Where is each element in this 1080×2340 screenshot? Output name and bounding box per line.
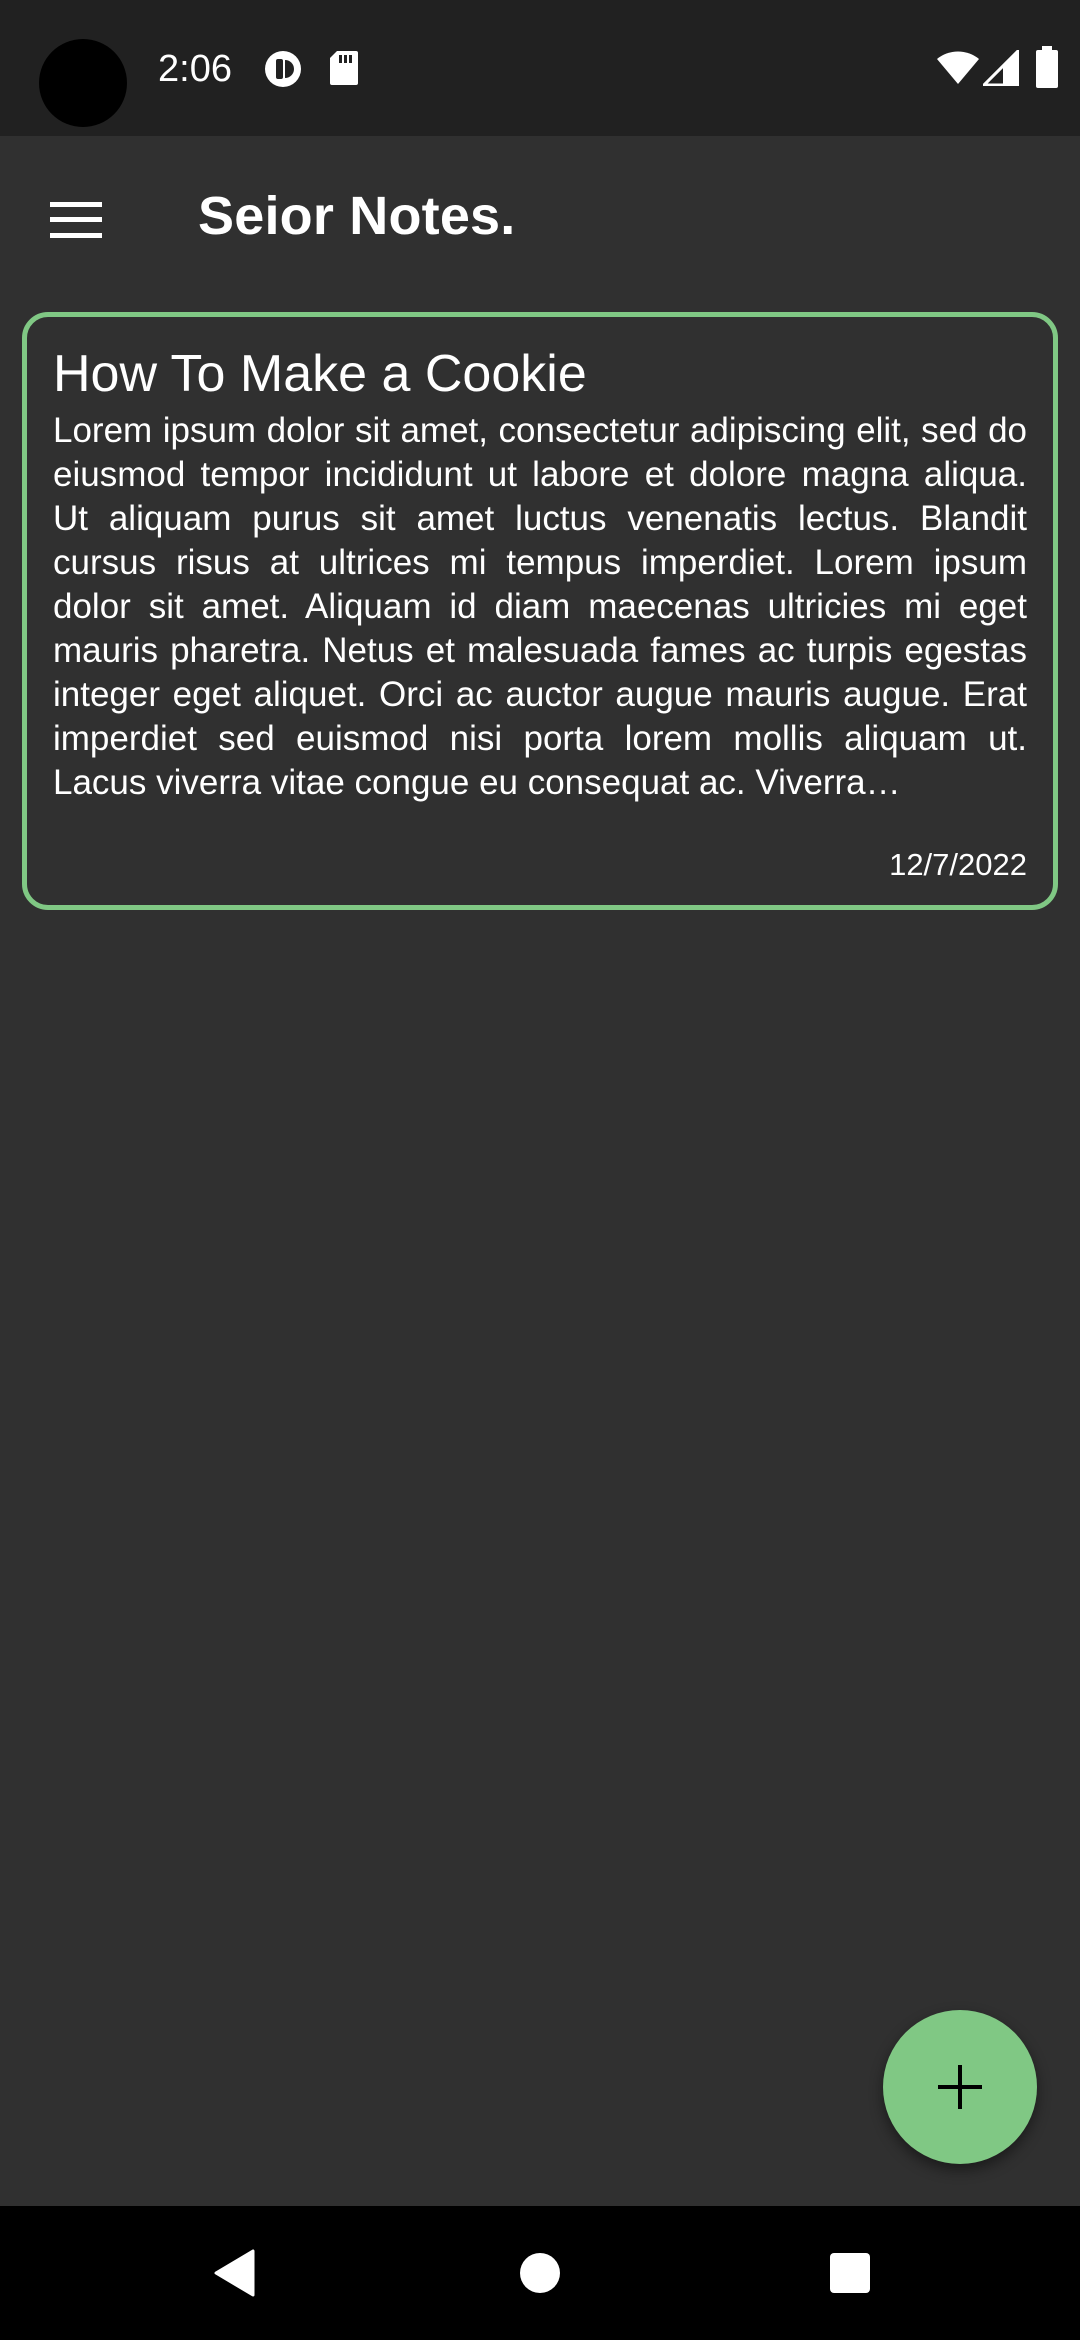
note-title: How To Make a Cookie bbox=[53, 345, 587, 403]
navigation-bar bbox=[0, 2206, 1080, 2340]
home-button[interactable] bbox=[495, 2228, 585, 2318]
recents-icon bbox=[830, 2253, 870, 2293]
status-bar: 2:06 bbox=[0, 0, 1080, 136]
note-date: 12/7/2022 bbox=[889, 847, 1027, 882]
status-time: 2:06 bbox=[158, 48, 232, 90]
app-title: Seior Notes. bbox=[198, 186, 516, 246]
screen: 2:06 Seior Notes. How To Make a Cookie L… bbox=[0, 0, 1080, 2340]
hamburger-menu-icon bbox=[50, 202, 102, 238]
menu-button[interactable] bbox=[36, 180, 116, 260]
home-icon bbox=[520, 2253, 560, 2293]
camera-cutout bbox=[39, 39, 127, 127]
note-card[interactable]: How To Make a Cookie Lorem ipsum dolor s… bbox=[22, 312, 1058, 910]
back-button[interactable] bbox=[190, 2228, 280, 2318]
wifi-icon bbox=[937, 51, 979, 84]
note-body: Lorem ipsum dolor sit amet, consectetur … bbox=[53, 411, 1027, 802]
cell-signal-icon bbox=[983, 50, 1019, 86]
battery-icon bbox=[1036, 46, 1058, 88]
sd-card-icon bbox=[330, 51, 358, 85]
notification-app-icon bbox=[265, 51, 301, 87]
plus-icon bbox=[938, 2065, 982, 2109]
app-bar: Seior Notes. bbox=[0, 136, 1080, 292]
back-icon bbox=[214, 2249, 255, 2297]
recents-button[interactable] bbox=[805, 2228, 895, 2318]
add-note-button[interactable] bbox=[883, 2010, 1037, 2164]
